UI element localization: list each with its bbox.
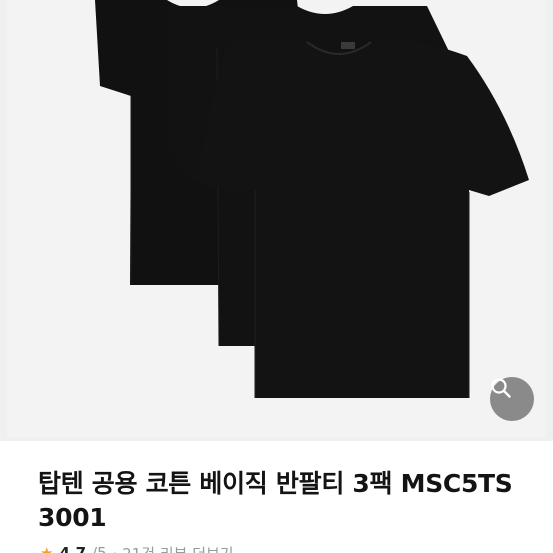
tshirt-stack-illustration — [95, 0, 529, 398]
product-image-area — [0, 0, 553, 441]
product-title: 탑텐 공용 코튼 베이직 반팔티 3팩 MSC5TS 3001 — [38, 469, 513, 532]
rating-score: 4.7 — [59, 544, 87, 553]
product-photo[interactable] — [7, 0, 546, 437]
zoom-button[interactable] — [490, 377, 534, 421]
rating-row[interactable]: ★ 4.7 /5 · 21건 리뷰 더보기 — [40, 543, 234, 553]
review-count-link[interactable]: · 21건 리뷰 더보기 — [113, 543, 234, 553]
star-icon: ★ — [40, 544, 54, 553]
magnifier-icon — [491, 378, 511, 398]
product-page: 탑텐 공용 코튼 베이직 반팔티 3팩 MSC5TS 3001 ★ 4.7 /5… — [0, 0, 553, 553]
rating-max: /5 — [92, 544, 107, 553]
product-info-panel: 탑텐 공용 코튼 베이직 반팔티 3팩 MSC5TS 3001 ★ 4.7 /5… — [0, 441, 553, 553]
